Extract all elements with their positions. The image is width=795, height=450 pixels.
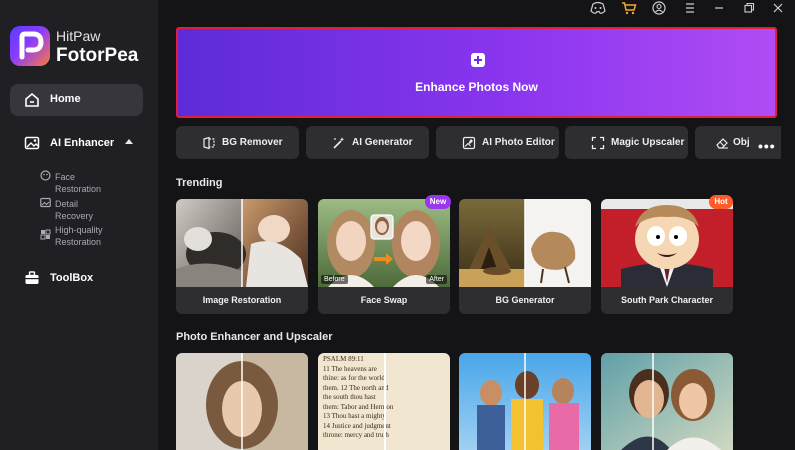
face-icon <box>40 170 51 183</box>
section-title-photo-enhancer: Photo Enhancer and Upscaler <box>176 331 333 343</box>
plus-icon <box>471 53 485 67</box>
card-label: Image Restoration <box>202 295 282 305</box>
enhance-photos-label: Enhance Photos Now <box>415 80 538 94</box>
toolbox-icon <box>24 270 40 291</box>
doc-line: throne: mercy and truth <box>323 431 389 439</box>
sidebar-item-toolbox[interactable]: ToolBox <box>10 263 143 293</box>
card-south-park-character[interactable]: South Park Character <box>601 199 733 314</box>
sidebar-item-label: ToolBox <box>50 272 94 284</box>
eraser-icon <box>715 136 729 155</box>
card-bg-generator[interactable]: BG Generator <box>459 199 591 314</box>
photo-edit-icon <box>462 136 476 155</box>
enhance-photos-banner[interactable]: Enhance Photos Now <box>176 27 777 118</box>
doc-line: thine: as for the world <box>323 374 385 382</box>
couple-photo-thumbnail <box>601 353 733 450</box>
doc-header: PSALM 89:11 <box>323 355 364 363</box>
sidebar-item-label: AI Enhancer <box>50 137 115 149</box>
wand-icon <box>332 136 346 155</box>
image-enhance-icon <box>24 135 40 156</box>
app-logo <box>10 26 50 66</box>
home-icon <box>24 92 40 113</box>
card-label: BG Generator <box>495 295 555 305</box>
before-label: Before <box>321 275 348 284</box>
sidebar-item-ai-enhancer[interactable]: AI Enhancer <box>10 128 143 158</box>
sidebar: HitPaw FotorPea Home AI Enhancer Face Re… <box>0 0 158 450</box>
tool-label: AI Generator <box>352 137 413 148</box>
face-swap-thumbnail: Before After <box>318 199 450 287</box>
menu-icon[interactable] <box>682 1 700 17</box>
more-tools-button[interactable]: ••• <box>758 138 776 154</box>
card-enhancer-couple-photo[interactable] <box>601 353 733 450</box>
tool-label: Obj <box>733 137 750 148</box>
sidebar-subitem-label: Face Restoration <box>55 172 102 194</box>
doc-line: them: Tabor and Hermon <box>323 402 394 411</box>
tool-label: BG Remover <box>222 137 283 148</box>
sidebar-item-home[interactable]: Home <box>10 84 143 116</box>
card-enhancer-portrait[interactable] <box>176 353 308 450</box>
upscale-icon <box>591 136 605 155</box>
card-label: Face Swap <box>360 295 408 305</box>
account-icon[interactable] <box>651 1 669 17</box>
doc-line: 14 Justice and judgment <box>323 421 391 430</box>
card-enhancer-document[interactable]: PSALM 89:11 11 The heavens are thine: as… <box>318 353 450 450</box>
portrait-thumbnail <box>176 353 308 450</box>
picture-icon <box>40 197 51 210</box>
group-photo-thumbnail <box>459 353 591 450</box>
card-enhancer-group-photo[interactable] <box>459 353 591 450</box>
brand-product: FotorPea <box>56 45 139 66</box>
tool-bg-remover-button[interactable]: BG Remover <box>176 126 299 159</box>
minimize-icon[interactable] <box>711 1 729 17</box>
card-image-restoration[interactable]: Image Restoration <box>176 199 308 314</box>
bg-generator-thumbnail <box>459 199 591 287</box>
image-restoration-thumbnail <box>176 199 308 287</box>
south-park-thumbnail <box>601 199 733 287</box>
restore-icon[interactable] <box>741 1 759 17</box>
tool-label: Magic Upscaler <box>611 137 685 148</box>
compare-divider <box>384 353 386 450</box>
tool-label: AI Photo Editor <box>482 137 555 148</box>
brand-company: HitPaw <box>56 28 101 44</box>
card-face-swap[interactable]: Before After Face Swap <box>318 199 450 314</box>
tool-ai-photo-editor-button[interactable]: AI Photo Editor <box>436 126 559 159</box>
doc-line: 11 The heavens are <box>323 364 377 373</box>
card-label: South Park Character <box>620 295 714 305</box>
discord-icon[interactable] <box>590 1 608 17</box>
hot-badge: Hot <box>709 195 733 209</box>
sidebar-item-label: Home <box>50 93 81 105</box>
doc-line: 13 Thou hast a mighty <box>323 412 386 420</box>
grid-icon <box>40 229 51 242</box>
cart-icon[interactable] <box>621 1 639 17</box>
sidebar-subitem-label: Detail Recovery <box>55 199 94 221</box>
section-title-trending: Trending <box>176 177 223 189</box>
bg-remover-icon <box>202 136 216 155</box>
doc-line: the south thou hast <box>323 393 376 401</box>
after-label: After <box>426 275 447 284</box>
chevron-up-icon[interactable] <box>125 139 133 144</box>
doc-line: them. 12 The north and <box>323 383 389 392</box>
tool-ai-generator-button[interactable]: AI Generator <box>306 126 429 159</box>
close-icon[interactable] <box>770 1 788 17</box>
tool-magic-upscaler-button[interactable]: Magic Upscaler <box>565 126 688 159</box>
sidebar-subitem-label: High-quality Restoration <box>55 225 103 247</box>
new-badge: New <box>425 195 451 209</box>
